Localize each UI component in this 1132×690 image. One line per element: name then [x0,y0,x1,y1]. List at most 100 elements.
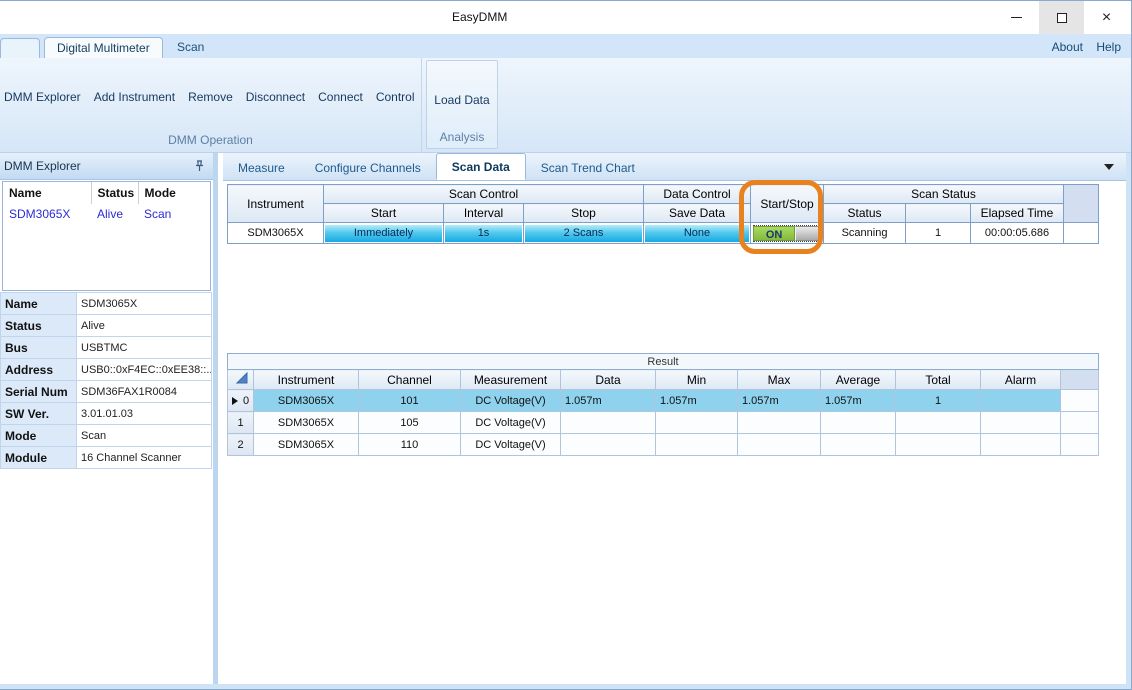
cell-alarm[interactable] [981,390,1061,412]
cell-total[interactable] [896,434,981,456]
cell-measurement[interactable]: DC Voltage(V) [461,412,561,434]
select-all-header[interactable] [228,370,254,390]
toggle-off-part [795,226,821,241]
result-row-1[interactable]: 1 SDM3065X 105 DC Voltage(V) [228,412,1099,434]
control-button[interactable]: Control [376,88,415,106]
cell-extra [1061,434,1099,456]
property-row: NameSDM3065X [1,293,212,315]
cell-measurement[interactable]: DC Voltage(V) [461,434,561,456]
row-selector[interactable]: 2 [228,434,254,456]
property-row: ModeScan [1,425,212,447]
about-link[interactable]: About [1052,40,1083,54]
property-value: SDM3065X [77,293,212,315]
cell-max[interactable] [738,434,821,456]
rcol-min[interactable]: Min [656,370,738,390]
cell-alarm[interactable] [981,434,1061,456]
cell-data[interactable] [561,412,656,434]
minimize-icon [1011,17,1022,18]
pin-icon[interactable] [194,159,205,177]
minimize-button[interactable] [994,1,1039,34]
cell-total[interactable]: 1 [896,390,981,412]
rcol-data[interactable]: Data [561,370,656,390]
cell-data[interactable]: 1.057m [561,390,656,412]
cell-channel[interactable]: 110 [359,434,461,456]
rcol-alarm[interactable]: Alarm [981,370,1061,390]
cell-instrument[interactable]: SDM3065X [254,434,359,456]
row-index: 0 [243,395,249,407]
cell-channel[interactable]: 105 [359,412,461,434]
ribbon-tab-scan[interactable]: Scan [165,37,216,58]
ribbon-tab-label: Digital Multimeter [57,41,150,55]
close-icon: × [1102,10,1111,26]
instrument-list-col-mode: Mode [138,182,212,204]
cell-instrument[interactable]: SDM3065X [254,412,359,434]
cell-average[interactable] [821,412,896,434]
property-value: 3.01.01.03 [77,403,212,425]
cell-average[interactable]: 1.057m [821,390,896,412]
cell-measurement[interactable]: DC Voltage(V) [461,390,561,412]
save-data-dropdown[interactable]: None [644,223,751,244]
cell-instrument[interactable]: SDM3065X [254,390,359,412]
result-row-0[interactable]: 0 SDM3065X 101 DC Voltage(V) 1.057m 1.05… [228,390,1099,412]
chevron-down-icon[interactable] [1104,164,1114,170]
col-stop: Stop [524,204,644,223]
instrument-properties: NameSDM3065X StatusAlive BusUSBTMC Addre… [0,292,212,469]
ribbon-tab-digital-multimeter[interactable]: Digital Multimeter [44,37,163,58]
cell-extra [1061,412,1099,434]
cell-data[interactable] [561,434,656,456]
tab-scan-trend-chart[interactable]: Scan Trend Chart [526,155,650,180]
rcol-max[interactable]: Max [738,370,821,390]
cell-alarm[interactable] [981,412,1061,434]
property-value: Alive [77,315,212,337]
remove-button[interactable]: Remove [188,88,233,106]
tab-configure-channels[interactable]: Configure Channels [300,155,436,180]
cell-average[interactable] [821,434,896,456]
maximize-button[interactable] [1039,1,1084,34]
load-data-button[interactable]: Load Data [427,91,497,109]
app-menu-stub[interactable] [0,38,40,58]
property-value: SDM36FAX1R0084 [77,381,212,403]
rcol-channel[interactable]: Channel [359,370,461,390]
main-content: Measure Configure Channels Scan Data Sca… [223,153,1126,684]
rcol-instrument[interactable]: Instrument [254,370,359,390]
col-extra [1064,185,1099,223]
stop-dropdown[interactable]: 2 Scans [524,223,644,244]
start-dropdown[interactable]: Immediately [324,223,444,244]
cell-min[interactable] [656,412,738,434]
ribbon-tab-strip: Digital Multimeter Scan About Help [0,34,1131,58]
start-stop-toggle[interactable]: ON [751,223,824,244]
connect-button[interactable]: Connect [318,88,363,106]
tab-measure[interactable]: Measure [223,155,300,180]
instrument-name[interactable]: SDM3065X [3,204,91,224]
property-row: AddressUSB0::0xF4EC::0xEE38::... [1,359,212,381]
instrument-mode: Scan [138,204,212,224]
rcol-total[interactable]: Total [896,370,981,390]
row-selector[interactable]: 0 [228,390,254,412]
help-link[interactable]: Help [1096,40,1121,54]
property-label: Bus [1,337,77,359]
disconnect-button[interactable]: Disconnect [246,88,305,106]
instrument-list-row[interactable]: SDM3065X Alive Scan [3,204,212,224]
property-label: Status [1,315,77,337]
cell-channel[interactable]: 101 [359,390,461,412]
cell-max[interactable]: 1.057m [738,390,821,412]
cell-max[interactable] [738,412,821,434]
property-row: Serial NumSDM36FAX1R0084 [1,381,212,403]
rcol-average[interactable]: Average [821,370,896,390]
add-instrument-button[interactable]: Add Instrument [94,88,175,106]
result-row-2[interactable]: 2 SDM3065X 110 DC Voltage(V) [228,434,1099,456]
cell-min[interactable]: 1.057m [656,390,738,412]
cell-total[interactable] [896,412,981,434]
rcol-measurement[interactable]: Measurement [461,370,561,390]
property-value: USBTMC [77,337,212,359]
cell-min[interactable] [656,434,738,456]
row-selector[interactable]: 1 [228,412,254,434]
scan-control-row: SDM3065X Immediately 1s 2 Scans None ON … [228,223,1099,244]
dmm-operation-group-label: DMM Operation [0,133,421,147]
result-table: Result Instrument Channel Measurement Da… [227,353,1099,456]
close-button[interactable]: × [1084,1,1129,34]
tab-scan-data[interactable]: Scan Data [436,153,526,180]
dmm-explorer-button[interactable]: DMM Explorer [4,88,81,106]
interval-dropdown[interactable]: 1s [444,223,524,244]
dmm-operation-buttons: DMM Explorer Add Instrument Remove Disco… [4,88,415,106]
